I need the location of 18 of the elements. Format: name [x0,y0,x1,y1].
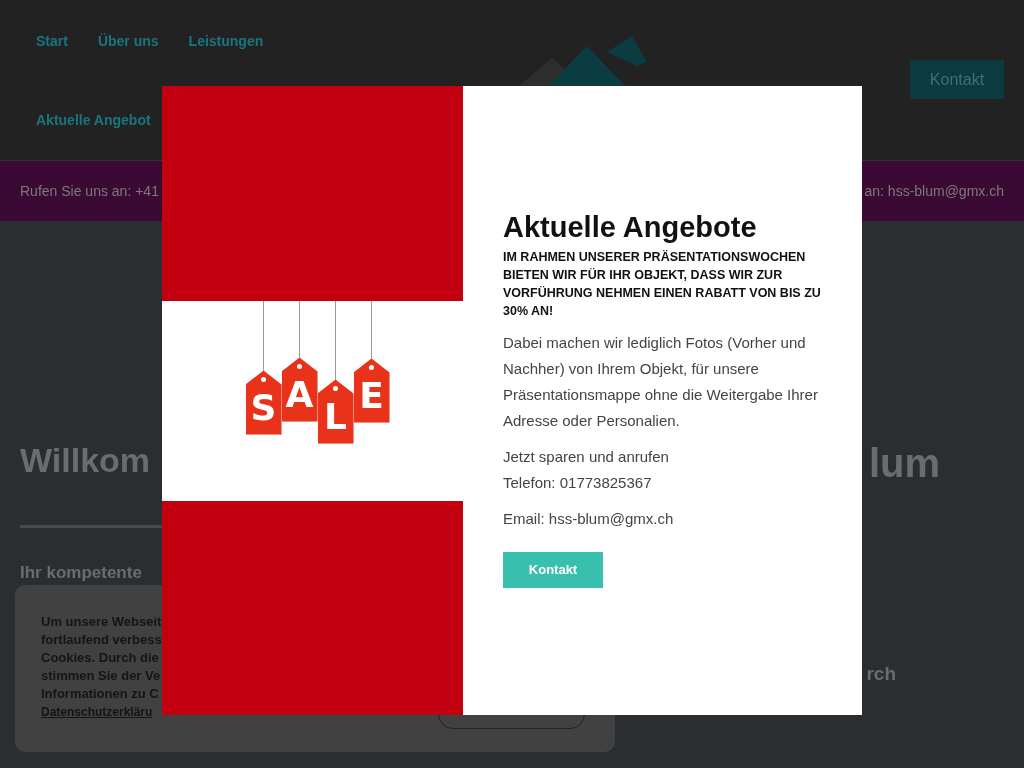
nav-link[interactable]: Start [36,31,68,52]
hero-headline: lum [868,443,940,483]
sale-tags-drawing: S A L E [245,300,390,444]
contact-button[interactable]: Kontakt [503,551,603,588]
hero-headline: Willkom [20,443,151,481]
nav-link[interactable]: Über uns [97,31,159,52]
nav-link[interactable]: Leistungen [188,31,264,52]
hero-text: rch [866,661,896,686]
modal-paragraph: Dabei machen wir lediglich Fotos (Vorher und Nachher) von Ihrem Objekt, für unsere Präsentationsmappe ohne die Weitergabe Ihrer Adresse oder Personalien. [503,332,819,431]
modal-paragraph: Email: hss-blum@gmx.ch [503,508,675,529]
contact-button[interactable]: Kontakt [910,60,1004,99]
email-text: an: hss-blum@gmx.ch [864,181,1004,201]
modal-paragraph: Jetzt sparen und anrufen Telefon: 01773825367 [503,446,670,493]
phone-text: Rufen Sie uns an: +41 [20,181,159,201]
nav-link[interactable]: Aktuelle Angebot [36,110,151,131]
hero-subtitle: Ihr kompetente [20,562,142,584]
modal-title: Aktuelle Angebote [503,212,758,244]
modal-lead: IM RAHMEN UNSERER PRÄSENTATIONSWOCHEN BIETEN WIR FÜR IHR OBJEKT, DASS WIR ZUR VORFÜHRUNG NEHMEN EINEN RABATT VON BIS ZU 30% AN! [503,248,822,320]
